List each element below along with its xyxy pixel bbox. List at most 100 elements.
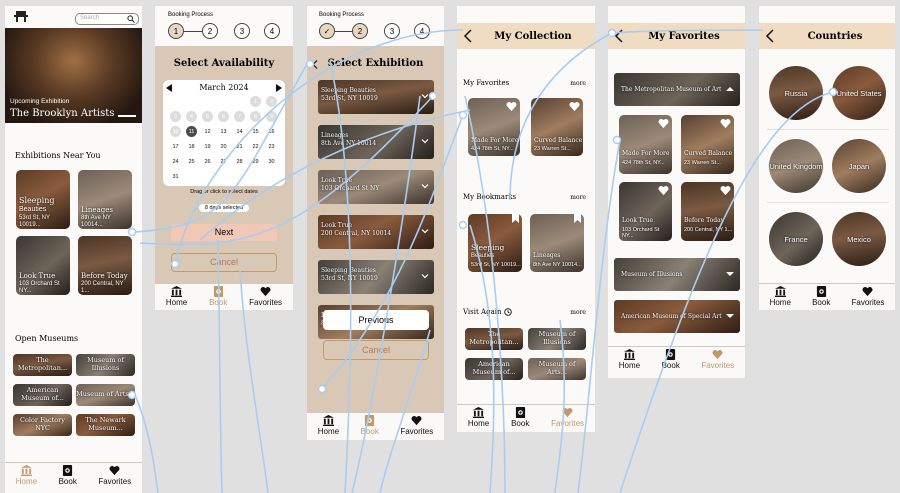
- next-button[interactable]: Next: [171, 224, 277, 241]
- more-link[interactable]: more: [570, 309, 586, 316]
- museum-pill[interactable]: Color Factory NYC: [13, 414, 72, 436]
- country-russia[interactable]: Russia: [769, 66, 823, 120]
- calendar-day[interactable]: 5: [202, 111, 213, 122]
- calendar-day[interactable]: 16: [266, 126, 277, 137]
- heart-icon[interactable]: [658, 185, 669, 196]
- calendar-day[interactable]: 19: [202, 141, 213, 152]
- calendar-day[interactable]: 17: [170, 141, 181, 152]
- calendar-day[interactable]: 23: [266, 141, 277, 152]
- heart-icon[interactable]: [720, 185, 731, 196]
- calendar-day[interactable]: 15: [250, 126, 261, 137]
- museum-pill[interactable]: American Museum of...: [465, 358, 523, 380]
- favorite-card[interactable]: Before Today 200 Central, NY 1...: [681, 182, 734, 241]
- nav-favorites[interactable]: Favorites: [852, 286, 884, 307]
- calendar-day[interactable]: 13: [218, 126, 229, 137]
- exhibition-option[interactable]: Lineages8th Ave NY 10014: [318, 125, 434, 159]
- calendar-day[interactable]: 6: [218, 111, 229, 122]
- bookmark-icon[interactable]: [574, 214, 581, 223]
- back-arrow-icon[interactable]: [614, 29, 624, 43]
- calendar-day[interactable]: 25: [186, 156, 197, 167]
- heart-icon[interactable]: [506, 101, 517, 112]
- museum-pill[interactable]: The Metropolitan...: [13, 354, 72, 376]
- calendar-day[interactable]: 1: [250, 96, 261, 107]
- chevron-down-icon[interactable]: [421, 227, 429, 235]
- favorite-card[interactable]: Look True 103 Orchard St NY...: [619, 182, 672, 241]
- nav-home[interactable]: Home: [770, 286, 791, 307]
- museum-pill[interactable]: The Newark Museum...: [76, 414, 135, 436]
- nav-book[interactable]: Book: [511, 407, 529, 428]
- nav-favorites[interactable]: Favorites: [701, 349, 734, 370]
- country-mexico[interactable]: Mexico: [832, 212, 886, 266]
- heart-icon[interactable]: [569, 101, 580, 112]
- calendar-day[interactable]: 14: [234, 126, 245, 137]
- calendar-day[interactable]: 9: [266, 111, 277, 122]
- nav-book[interactable]: Book: [662, 349, 680, 370]
- calendar-day[interactable]: 28: [234, 156, 245, 167]
- calendar-day[interactable]: 2: [266, 96, 277, 107]
- nav-favorites[interactable]: Favorites: [249, 286, 282, 307]
- nav-home[interactable]: Home: [16, 465, 37, 486]
- bookmark-card[interactable]: Sleeping Beauties 53rd St, NY 10019...: [468, 214, 522, 272]
- exhibition-option[interactable]: Sleeping Beauties 53rd St, NY 10019: [318, 80, 434, 114]
- bookmark-icon[interactable]: [512, 214, 519, 223]
- nav-home[interactable]: Home: [468, 407, 489, 428]
- step-3[interactable]: 3: [384, 23, 400, 39]
- nav-home[interactable]: Home: [166, 286, 187, 307]
- calendar-day[interactable]: 11: [186, 126, 197, 137]
- country-france[interactable]: France: [769, 212, 823, 266]
- nav-home[interactable]: Home: [318, 415, 339, 436]
- search-icon[interactable]: [127, 15, 135, 23]
- chevron-down-icon[interactable]: [421, 272, 429, 280]
- museum-pill[interactable]: Museum of Illusions: [76, 354, 135, 376]
- nav-favorites[interactable]: Favorites: [98, 465, 131, 486]
- museum-dropdown[interactable]: Museum of Illusions: [614, 258, 740, 291]
- calendar-day[interactable]: 21: [234, 141, 245, 152]
- exhibition-option[interactable]: Look True 200 Central, NY 10014: [318, 215, 434, 249]
- museum-pill[interactable]: Museum of Arts...: [76, 384, 135, 406]
- favorite-card[interactable]: Made For More 424 78th St, NY...: [619, 115, 672, 174]
- back-arrow-icon[interactable]: [765, 29, 775, 43]
- search-bar[interactable]: Search: [75, 13, 139, 25]
- step-1-done[interactable]: ✓: [319, 23, 335, 39]
- more-link[interactable]: more: [570, 80, 586, 87]
- heart-icon[interactable]: [720, 118, 731, 129]
- bookmark-card[interactable]: Lineages 8th Ave NY 10014...: [530, 214, 584, 272]
- exhibition-option[interactable]: Sleeping Beauties 53rd St, NY 10019: [318, 260, 434, 294]
- exhibition-card[interactable]: Sleeping Beauties 53rd St, NY 10019...: [16, 170, 70, 229]
- museum-dropdown[interactable]: American Museum of Special Art: [614, 300, 740, 333]
- favorite-card[interactable]: Curved Balance 23 Warren St...: [681, 115, 734, 174]
- nav-favorites[interactable]: Favorites: [400, 415, 433, 436]
- step-2[interactable]: 2: [352, 23, 368, 39]
- hero-exhibition[interactable]: Upcoming Exhibition The Brooklyn Artists: [5, 28, 142, 123]
- calendar-day[interactable]: 20: [218, 141, 229, 152]
- country-united-kingdom[interactable]: United Kingdom: [769, 139, 823, 193]
- nav-book[interactable]: Book: [209, 286, 227, 307]
- exhibition-card[interactable]: Lineages 8th Ave NY 10014...: [78, 170, 132, 229]
- cancel-button[interactable]: Cancel: [171, 253, 277, 272]
- exhibition-card[interactable]: Before Today 200 Central, NY 1...: [78, 236, 132, 295]
- calendar-day[interactable]: 7: [234, 111, 245, 122]
- search-input[interactable]: Search: [80, 15, 99, 21]
- calendar-day[interactable]: 3: [170, 111, 181, 122]
- chevron-up-icon[interactable]: [726, 85, 734, 93]
- museum-pill[interactable]: Museum of Illusions: [528, 328, 586, 350]
- previous-button[interactable]: Previous: [323, 310, 429, 330]
- step-3[interactable]: 3: [234, 23, 250, 39]
- calendar-day[interactable]: 4: [186, 111, 197, 122]
- calendar-day[interactable]: 10: [170, 126, 181, 137]
- chevron-down-icon[interactable]: [726, 312, 734, 320]
- calendar-day[interactable]: 22: [250, 141, 261, 152]
- chevron-down-icon[interactable]: [421, 92, 429, 100]
- favorite-card[interactable]: Curved Balance 23 Warren St...: [531, 98, 583, 156]
- nav-book[interactable]: Book: [59, 465, 77, 486]
- exhibition-option[interactable]: Look True 103 Orchard St NY: [318, 170, 434, 204]
- museum-pill[interactable]: The Metropolitan...: [465, 328, 523, 350]
- nav-home[interactable]: Home: [619, 349, 640, 370]
- exhibition-card[interactable]: Look True 103 Orchard St NY...: [16, 236, 70, 295]
- chevron-down-icon[interactable]: [421, 137, 429, 145]
- chevron-down-icon[interactable]: [421, 182, 429, 190]
- nav-book[interactable]: Book: [812, 286, 830, 307]
- step-4[interactable]: 4: [264, 23, 280, 39]
- calendar-day[interactable]: 18: [186, 141, 197, 152]
- chevron-down-icon[interactable]: [726, 270, 734, 278]
